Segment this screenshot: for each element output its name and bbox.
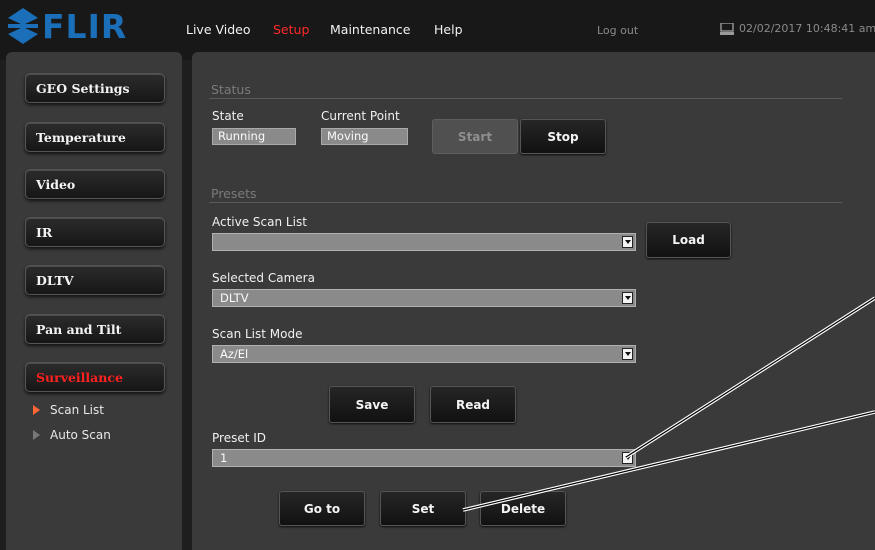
nav-setup[interactable]: Setup [273, 22, 309, 37]
flir-logo: FLIR [6, 6, 127, 46]
computer-icon [720, 22, 734, 35]
selected-camera-select[interactable]: DLTV [212, 289, 636, 307]
logout-link[interactable]: Log out [597, 24, 638, 37]
preset-id-value: 1 [220, 451, 228, 465]
logo-text: FLIR [42, 6, 128, 46]
state-label: State [212, 109, 244, 123]
main-panel: Status State Running Current Point Movin… [192, 52, 875, 550]
selected-camera-label: Selected Camera [212, 271, 315, 285]
dropdown-arrow-icon [622, 348, 633, 360]
active-scan-list-select[interactable] [212, 233, 636, 251]
delete-button[interactable]: Delete [480, 491, 566, 526]
presets-divider [209, 202, 842, 203]
current-point-value: Moving [321, 128, 408, 145]
load-button[interactable]: Load [646, 222, 731, 258]
preset-id-select[interactable]: 1 [212, 449, 636, 467]
stop-button[interactable]: Stop [520, 119, 606, 154]
flir-emblem-icon [8, 8, 38, 44]
nav-help[interactable]: Help [434, 22, 463, 37]
sidebar: GEO Settings Temperature Video IR DLTV P… [6, 52, 182, 550]
nav-live-video[interactable]: Live Video [186, 22, 251, 37]
status-divider [209, 98, 842, 99]
sidebar-dltv-button[interactable]: DLTV [25, 265, 165, 295]
sidebar-temperature-button[interactable]: Temperature [25, 122, 165, 152]
sidebar-item-scan-list-label: Scan List [50, 403, 104, 417]
read-button[interactable]: Read [430, 386, 516, 423]
sidebar-item-scan-list[interactable]: Scan List [33, 403, 104, 417]
set-button[interactable]: Set [380, 491, 466, 526]
active-scan-list-label: Active Scan List [212, 215, 307, 229]
current-point-label: Current Point [321, 109, 400, 123]
selected-camera-value: DLTV [220, 291, 249, 305]
scan-list-mode-value: Az/El [220, 347, 249, 361]
sidebar-item-auto-scan-label: Auto Scan [50, 428, 111, 442]
scan-list-mode-select[interactable]: Az/El [212, 345, 636, 363]
state-value: Running [212, 128, 296, 145]
sidebar-ir-button[interactable]: IR [25, 217, 165, 247]
save-button[interactable]: Save [329, 386, 415, 423]
presets-section-title: Presets [211, 186, 257, 201]
scan-list-mode-label: Scan List Mode [212, 327, 303, 341]
nav-maintenance[interactable]: Maintenance [330, 22, 411, 37]
top-bar: FLIR Live Video Setup Maintenance Help L… [0, 0, 875, 60]
goto-button[interactable]: Go to [279, 491, 365, 526]
dropdown-arrow-icon [622, 292, 633, 304]
preset-id-label: Preset ID [212, 431, 267, 445]
sidebar-pan-tilt-button[interactable]: Pan and Tilt [25, 314, 165, 344]
sidebar-surveillance-button[interactable]: Surveillance [25, 362, 165, 392]
sidebar-geo-settings-button[interactable]: GEO Settings [25, 73, 165, 103]
start-button[interactable]: Start [432, 119, 518, 154]
status-section-title: Status [211, 82, 251, 97]
dropdown-arrow-icon [622, 452, 633, 464]
datetime-display: 02/02/2017 10:48:41 am [720, 22, 875, 35]
dropdown-arrow-icon [622, 236, 633, 248]
sidebar-item-auto-scan[interactable]: Auto Scan [33, 428, 111, 442]
sidebar-video-button[interactable]: Video [25, 169, 165, 199]
gray-arrow-icon [33, 430, 40, 440]
orange-arrow-icon [33, 405, 40, 415]
datetime-text: 02/02/2017 10:48:41 am [739, 22, 875, 35]
